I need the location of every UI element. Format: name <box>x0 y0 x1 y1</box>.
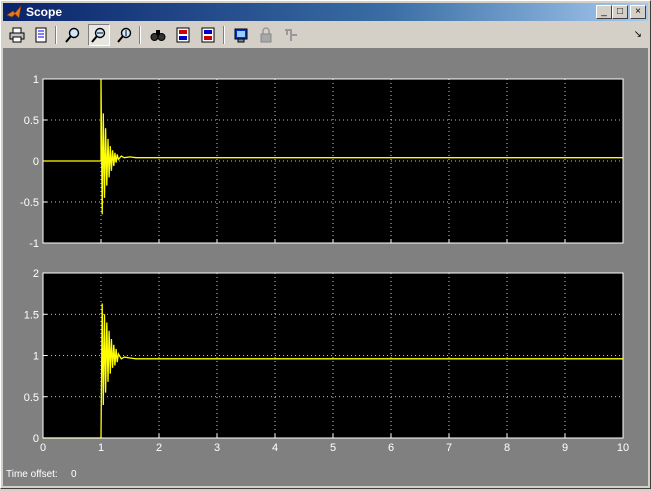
dock-arrow-icon[interactable]: ↘ <box>634 29 642 40</box>
scope-axes-1[interactable]: 1 0.5 0 -0.5 -1 <box>20 74 623 250</box>
zoom-x-icon[interactable] <box>88 24 110 46</box>
title-bar[interactable]: Scope _ □ × <box>3 3 648 21</box>
x-tick-label: 6 <box>388 442 394 454</box>
signal-selection-icon[interactable] <box>280 24 302 46</box>
y-tick-label: 0 <box>33 433 39 445</box>
y-tick-label: 1.5 <box>24 309 39 321</box>
x-tick-label: 0 <box>40 442 46 454</box>
time-offset-label: Time offset: <box>6 469 58 480</box>
x-tick-label: 2 <box>156 442 162 454</box>
toolbar-separator <box>139 26 141 44</box>
x-tick-label: 5 <box>330 442 336 454</box>
x-tick-label: 7 <box>446 442 452 454</box>
maximize-button[interactable]: □ <box>612 5 628 19</box>
y-tick-label: -1 <box>29 238 39 250</box>
scope-window: Scope _ □ × <box>0 0 651 489</box>
minimize-button[interactable]: _ <box>596 5 612 19</box>
time-offset-value: 0 <box>71 469 77 480</box>
window-title: Scope <box>26 5 62 19</box>
close-button[interactable]: × <box>630 5 646 19</box>
toolbar-separator <box>55 26 57 44</box>
y-tick-label: 1 <box>33 351 39 363</box>
x-tick-label: 10 <box>617 442 629 454</box>
x-tick-label: 4 <box>272 442 278 454</box>
parameters-icon[interactable] <box>30 24 52 46</box>
restore-axes-icon[interactable] <box>197 24 219 46</box>
save-axes-icon[interactable] <box>172 24 194 46</box>
x-tick-label: 1 <box>98 442 104 454</box>
y-tick-label: 1 <box>33 74 39 86</box>
toolbar-separator <box>223 26 225 44</box>
y-tick-label: 0.5 <box>24 392 39 404</box>
lock-axes-icon[interactable] <box>255 24 277 46</box>
matlab-logo-icon <box>6 4 22 20</box>
y-tick-label: 0 <box>33 156 39 168</box>
print-icon[interactable] <box>6 24 28 46</box>
toolbar: ↘ <box>3 22 648 49</box>
y-tick-label: 0.5 <box>24 115 39 127</box>
scope-display: 10.50-0.5-121.510.50012345678910Time off… <box>3 49 648 486</box>
y-tick-label: 2 <box>33 268 39 280</box>
zoom-icon[interactable] <box>62 24 84 46</box>
x-tick-label: 3 <box>214 442 220 454</box>
y-tick-label: -0.5 <box>20 197 39 209</box>
x-tick-label: 9 <box>562 442 568 454</box>
zoom-y-icon[interactable] <box>114 24 136 46</box>
floating-scope-icon[interactable] <box>230 24 252 46</box>
x-tick-label: 8 <box>504 442 510 454</box>
autoscale-icon[interactable] <box>147 24 169 46</box>
scope-axes-2[interactable]: 2 1.5 1 0.5 00 1 2 3 4 5 6 7 8 9 10 <box>24 268 629 454</box>
scope-plot-canvas: 10.50-0.5-121.510.50012345678910Time off… <box>3 49 648 486</box>
